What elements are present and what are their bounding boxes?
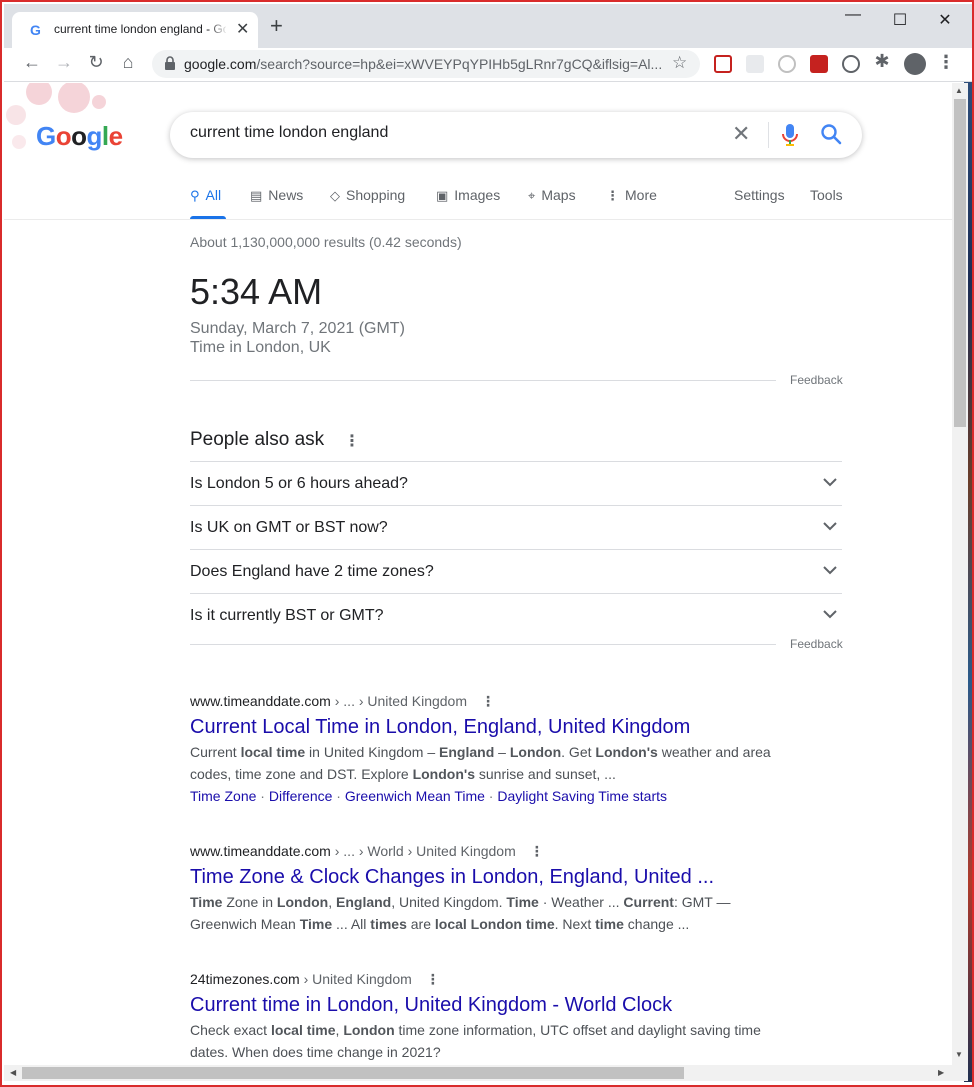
paa-question[interactable]: Is it currently BST or GMT? [190, 593, 842, 637]
maximize-button[interactable]: ☐ [877, 10, 923, 30]
scroll-down-arrow-icon[interactable]: ▼ [955, 1050, 963, 1059]
tab-shopping[interactable]: ◇ Shopping [330, 187, 405, 204]
result-url[interactable]: www.timeanddate.com › ... › World › Unit… [190, 843, 790, 860]
search-icon[interactable] [820, 123, 842, 145]
new-tab-button[interactable]: + [270, 15, 283, 37]
clear-search-icon[interactable]: ✕ [732, 121, 750, 147]
feedback-link[interactable]: Feedback [790, 373, 843, 387]
logo-letter: o [55, 121, 72, 151]
paa-question[interactable]: Is London 5 or 6 hours ahead? [190, 461, 842, 505]
extension-grid-icon[interactable] [746, 55, 764, 73]
search-icon: ⚲ [190, 188, 200, 203]
result-title-link[interactable]: Time Zone & Clock Changes in London, Eng… [190, 866, 790, 889]
result-title-link[interactable]: Current time in London, United Kingdom -… [190, 994, 790, 1017]
vertical-scrollbar[interactable]: ▲ ▼ [952, 83, 968, 1065]
tab-more[interactable]: ⋮ More [606, 187, 657, 204]
address-bar[interactable]: google.com/search?source=hp&ei=xWVEYPqYP… [152, 50, 700, 78]
minimize-button[interactable]: — [830, 6, 876, 24]
chevron-down-icon [823, 478, 837, 487]
scroll-left-arrow-icon[interactable]: ◀ [10, 1068, 16, 1077]
browser-tab[interactable]: G current time london england - Google S… [12, 12, 258, 48]
logo-letter: g [86, 121, 103, 151]
result-sitelinks: Time Zone · Difference · Greenwich Mean … [190, 788, 667, 804]
clock-date: Sunday, March 7, 2021 (GMT) [190, 320, 405, 337]
extension-circle-icon[interactable] [778, 55, 796, 73]
extension-pocket-icon[interactable] [714, 55, 732, 73]
tab-images[interactable]: ▣ Images [436, 187, 500, 204]
logo-letter: o [71, 121, 87, 151]
search-input[interactable] [190, 124, 710, 142]
result-snippet: Check exact local time, London time zone… [190, 1022, 761, 1060]
logo-letter: G [36, 121, 56, 151]
result-stats: About 1,130,000,000 results (0.42 second… [190, 234, 462, 250]
logo-letter: l [101, 121, 109, 151]
news-icon: ▤ [250, 188, 263, 203]
scroll-right-arrow-icon[interactable]: ▶ [938, 1068, 944, 1077]
sitelink[interactable]: Time Zone [190, 788, 256, 804]
sitelink[interactable]: Daylight Saving Time starts [497, 788, 667, 804]
profile-avatar-icon[interactable] [904, 53, 926, 75]
extension-shield-icon[interactable] [810, 55, 828, 73]
back-arrow-icon[interactable]: ← [20, 52, 44, 73]
url-text: google.com/search?source=hp&ei=xWVEYPqYP… [184, 56, 663, 72]
tab-all[interactable]: ⚲ All [190, 187, 221, 204]
search-tabs: ⚲ All ▤ News ◇ Shopping ▣ Images ⌖ Maps ⋮ More… [190, 187, 850, 221]
search-box[interactable]: ✕ [170, 112, 862, 158]
result-title-link[interactable]: Current Local Time in London, England, U… [190, 716, 790, 739]
paa-question[interactable]: Does England have 2 time zones? [190, 549, 842, 593]
chevron-down-icon [823, 566, 837, 575]
tab-title: current time london england - Google Sea… [54, 22, 226, 36]
sitelink[interactable]: Difference [269, 788, 333, 804]
reload-icon[interactable]: ↻ [84, 52, 108, 73]
feedback-link[interactable]: Feedback [790, 637, 843, 651]
forward-arrow-icon[interactable]: → [52, 52, 76, 73]
google-favicon-icon: G [30, 22, 41, 38]
result-snippet: Time Zone in London, England, United Kin… [190, 894, 731, 932]
paa-question[interactable]: Is UK on GMT or BST now? [190, 505, 842, 549]
microphone-icon[interactable] [782, 123, 798, 147]
tab-maps[interactable]: ⌖ Maps [528, 187, 576, 204]
tag-icon: ◇ [330, 188, 340, 203]
more-vert-icon: ⋮ [606, 188, 619, 203]
more-options-icon[interactable]: ⋮ [344, 431, 360, 451]
tab-settings[interactable]: Settings [734, 187, 785, 203]
browser-menu-icon[interactable]: ⋮ [934, 52, 958, 73]
sitelink[interactable]: Greenwich Mean Time [345, 788, 485, 804]
image-icon: ▣ [436, 188, 449, 203]
extensions-puzzle-icon[interactable]: ✱ [870, 51, 894, 72]
result-menu-icon[interactable]: ⋮ [426, 971, 440, 987]
horizontal-scrollbar[interactable]: ◀ ▶ [4, 1065, 968, 1081]
chevron-down-icon [823, 522, 837, 531]
close-tab-icon[interactable]: ✕ [236, 19, 249, 39]
browser-window: G current time london england - Google S… [0, 0, 974, 1087]
horizontal-scroll-thumb[interactable] [22, 1067, 684, 1079]
tab-strip: G current time london england - Google S… [4, 4, 972, 48]
home-icon[interactable]: ⌂ [116, 52, 140, 73]
extension-ghostery-icon[interactable] [842, 55, 860, 73]
tab-tools[interactable]: Tools [810, 187, 843, 203]
result-menu-icon[interactable]: ⋮ [481, 693, 495, 709]
result-snippet: Current local time in United Kingdom – E… [190, 744, 771, 782]
browser-toolbar: ← → ↻ ⌂ google.com/search?source=hp&ei=x… [4, 48, 972, 82]
logo-letter: e [108, 121, 123, 151]
lock-icon[interactable] [164, 56, 176, 70]
chevron-down-icon [823, 610, 837, 619]
vertical-scroll-thumb[interactable] [954, 99, 966, 427]
google-doodle-logo[interactable]: Google [36, 121, 123, 152]
search-result: www.timeanddate.com › ... › World › Unit… [190, 843, 790, 935]
result-url[interactable]: 24timezones.com › United Kingdom ⋮ [190, 971, 790, 988]
bookmark-star-icon[interactable]: ☆ [672, 53, 687, 73]
close-window-button[interactable]: ✕ [922, 10, 968, 30]
clock-location: Time in London, UK [190, 339, 331, 356]
clock-time: 5:34 AM [190, 271, 323, 312]
search-result: 24timezones.com › United Kingdom ⋮ Curren… [190, 971, 790, 1063]
tab-news[interactable]: ▤ News [250, 187, 303, 204]
scroll-up-arrow-icon[interactable]: ▲ [955, 86, 963, 95]
search-result: www.timeanddate.com › ... › United Kingd… [190, 693, 790, 807]
result-url[interactable]: www.timeanddate.com › ... › United Kingd… [190, 693, 790, 710]
result-menu-icon[interactable]: ⋮ [530, 843, 544, 859]
map-pin-icon: ⌖ [528, 188, 536, 203]
search-results-page: Google ✕ ⚲All ▤News ◇Shopping ▣Images ⌖M… [4, 83, 952, 1065]
people-also-ask-heading: People also ask [190, 429, 325, 450]
